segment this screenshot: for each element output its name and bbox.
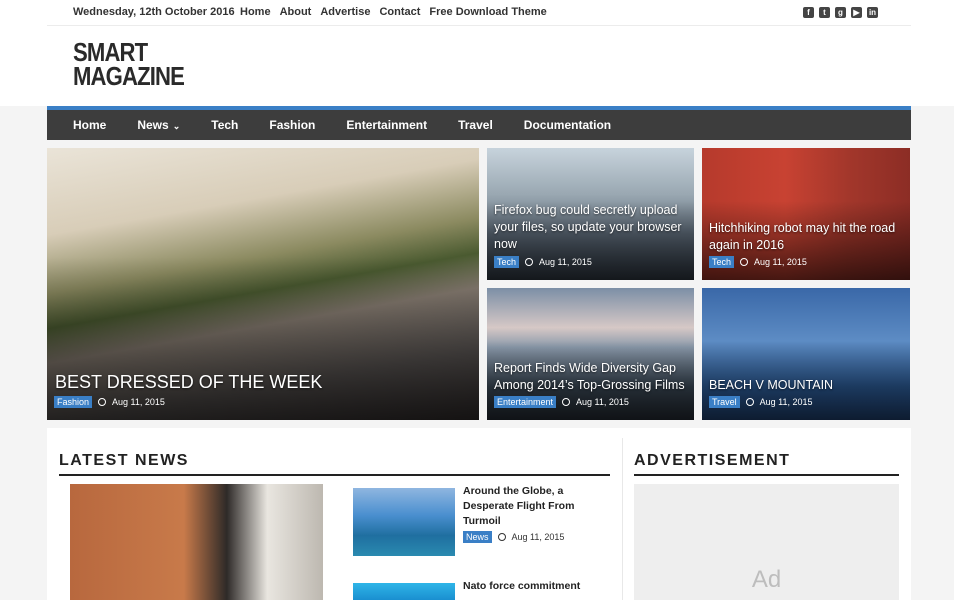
top-link-advertise[interactable]: Advertise (320, 6, 370, 18)
column-divider (622, 438, 623, 600)
hero-title[interactable]: Report Finds Wide Diversity Gap Among 20… (494, 360, 694, 394)
clock-icon (740, 258, 749, 266)
top-link-about[interactable]: About (280, 6, 312, 18)
hero-tile-main[interactable]: BEST DRESSED OF THE WEEK Fashion Aug 11,… (47, 148, 479, 420)
latest-item-title[interactable]: Around the Globe, a Desperate Flight Fro… (463, 484, 583, 529)
nav-item-tech[interactable]: Tech (211, 118, 238, 132)
hero-title[interactable]: BEST DRESSED OF THE WEEK (55, 371, 322, 393)
category-badge[interactable]: Tech (494, 256, 520, 268)
social-links: f t g ▶ in (803, 7, 878, 18)
logo-line-2: MAGAZINE (73, 61, 185, 91)
category-badge[interactable]: News (463, 531, 492, 543)
site-header: SMART MAGAZINE (0, 26, 954, 106)
top-bar-inner: Wednesday, 12th October 2016 Home About … (47, 0, 911, 26)
linkedin-icon[interactable]: in (867, 7, 878, 18)
chevron-down-icon: ⌄ (172, 121, 181, 131)
google-plus-icon[interactable]: g (835, 7, 846, 18)
hero-title[interactable]: BEACH V MOUNTAIN (709, 377, 899, 394)
nav-item-entertainment[interactable]: Entertainment (346, 118, 427, 132)
hero-meta: Fashion Aug 11, 2015 (54, 396, 165, 408)
ad-slot[interactable]: Ad (634, 484, 899, 600)
hero-tile-5[interactable]: BEACH V MOUNTAIN Travel Aug 11, 2015 (702, 288, 910, 420)
hero-meta: Entertainment Aug 11, 2015 (494, 396, 629, 408)
category-badge[interactable]: Entertainment (494, 396, 557, 408)
latest-news-rule (59, 474, 610, 476)
hero-tile-3[interactable]: Hitchhiking robot may hit the road again… (702, 148, 910, 280)
advertisement-rule (634, 474, 899, 476)
clock-icon (98, 398, 107, 406)
category-badge[interactable]: Fashion (54, 396, 93, 408)
nav-item-home[interactable]: Home (73, 118, 106, 132)
latest-feature-image[interactable] (70, 484, 323, 600)
clock-icon (562, 398, 571, 406)
post-date: Aug 11, 2015 (511, 532, 565, 542)
nav-item-fashion[interactable]: Fashion (269, 118, 315, 132)
latest-item-title[interactable]: Nato force commitment (463, 579, 583, 594)
hero-title[interactable]: Firefox bug could secretly upload your f… (494, 202, 689, 253)
clock-icon (525, 258, 534, 266)
ad-placeholder-label: Ad (751, 566, 782, 593)
latest-item-thumbnail[interactable] (353, 583, 455, 600)
clock-icon (745, 398, 754, 406)
top-link-contact[interactable]: Contact (379, 6, 420, 18)
post-date: Aug 11, 2015 (754, 257, 807, 267)
nav-item-documentation[interactable]: Documentation (524, 118, 611, 132)
latest-item-thumbnail[interactable] (353, 488, 455, 556)
hero-tile-2[interactable]: Firefox bug could secretly upload your f… (487, 148, 694, 280)
hero-title[interactable]: Hitchhiking robot may hit the road again… (709, 220, 899, 254)
content-area: LATEST NEWS Around the Globe, a Desperat… (47, 428, 911, 600)
nav-item-travel[interactable]: Travel (458, 118, 493, 132)
top-link-free-download-theme[interactable]: Free Download Theme (429, 6, 546, 18)
top-nav: Home About Advertise Contact Free Downlo… (240, 6, 547, 18)
top-bar: Wednesday, 12th October 2016 Home About … (0, 0, 954, 26)
current-date: Wednesday, 12th October 2016 (73, 6, 235, 18)
post-date: Aug 11, 2015 (112, 397, 165, 407)
hero-tile-4[interactable]: Report Finds Wide Diversity Gap Among 20… (487, 288, 694, 420)
main-nav: Home News ⌄ Tech Fashion Entertainment Tr… (47, 106, 911, 140)
hero-meta: Travel Aug 11, 2015 (709, 396, 813, 408)
site-logo[interactable]: SMART MAGAZINE (73, 39, 185, 91)
nav-item-news[interactable]: News ⌄ (137, 118, 180, 132)
post-date: Aug 11, 2015 (576, 397, 629, 407)
advertisement-heading: ADVERTISEMENT (634, 452, 791, 469)
latest-item-meta: News Aug 11, 2015 (463, 531, 564, 543)
youtube-icon[interactable]: ▶ (851, 7, 862, 18)
post-date: Aug 11, 2015 (759, 397, 813, 407)
latest-news-heading: LATEST NEWS (59, 452, 189, 469)
facebook-icon[interactable]: f (803, 7, 814, 18)
hero-meta: Tech Aug 11, 2015 (709, 256, 807, 268)
top-link-home[interactable]: Home (240, 6, 271, 18)
category-badge[interactable]: Travel (709, 396, 740, 408)
hero-meta: Tech Aug 11, 2015 (494, 256, 592, 268)
nav-item-news-label: News (137, 118, 169, 132)
post-date: Aug 11, 2015 (539, 257, 592, 267)
category-badge[interactable]: Tech (709, 256, 735, 268)
clock-icon (497, 533, 506, 541)
twitter-icon[interactable]: t (819, 7, 830, 18)
